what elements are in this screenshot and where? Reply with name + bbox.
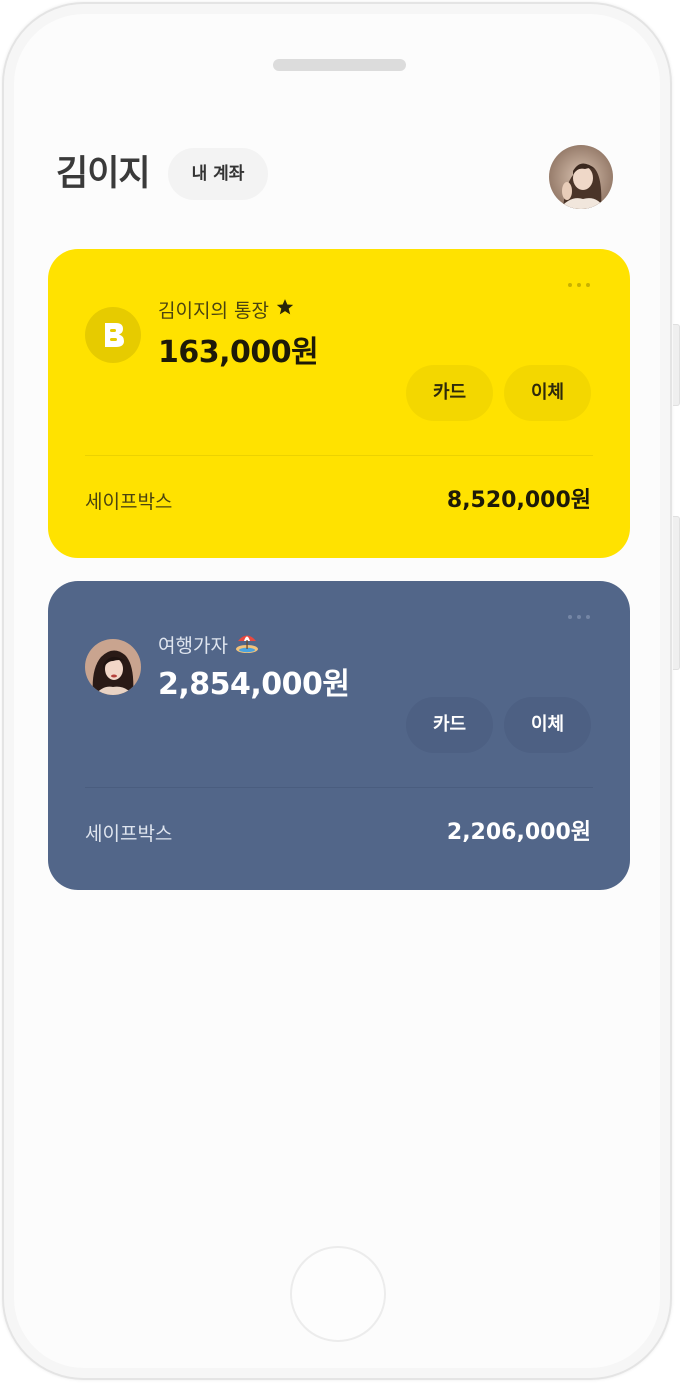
transfer-button[interactable]: 이체 (504, 365, 591, 421)
divider (85, 787, 593, 788)
safebox-amount: 8,520,000원 (446, 488, 591, 513)
phone-side-button (673, 516, 680, 670)
card-button[interactable]: 카드 (406, 365, 493, 421)
card-button[interactable]: 카드 (406, 697, 493, 753)
beach-umbrella-icon (234, 629, 260, 663)
safebox-label: 세이프박스 (85, 491, 173, 513)
more-options-icon[interactable] (568, 615, 590, 619)
divider (85, 455, 593, 456)
my-accounts-chip[interactable]: 내 계좌 (168, 148, 268, 200)
safebox-amount: 2,206,000원 (446, 820, 591, 845)
account-name-label: 김이지의 통장 (158, 300, 269, 322)
more-options-icon[interactable] (568, 283, 590, 287)
safebox-label: 세이프박스 (85, 823, 173, 845)
bank-b-icon (85, 307, 141, 363)
user-name-title: 김이지 (56, 154, 151, 194)
account-avatar (85, 639, 141, 695)
phone-speaker (273, 59, 406, 71)
account-name: 김이지의 통장 (158, 297, 295, 325)
star-icon (275, 297, 295, 325)
home-button[interactable] (290, 1246, 386, 1342)
account-name: 여행가자 (158, 629, 260, 663)
account-name-label: 여행가자 (158, 635, 228, 657)
account-balance: 2,854,000원 (158, 667, 350, 702)
profile-avatar[interactable] (549, 145, 613, 209)
account-card[interactable]: 여행가자 2,854,000원 카드 이체 세이프박스 2,206,000원 (48, 581, 630, 890)
account-balance: 163,000원 (158, 335, 319, 370)
account-card[interactable]: 김이지의 통장 163,000원 카드 이체 세이프박스 8,520,000원 (48, 249, 630, 558)
transfer-button[interactable]: 이체 (504, 697, 591, 753)
phone-side-button (673, 324, 680, 406)
